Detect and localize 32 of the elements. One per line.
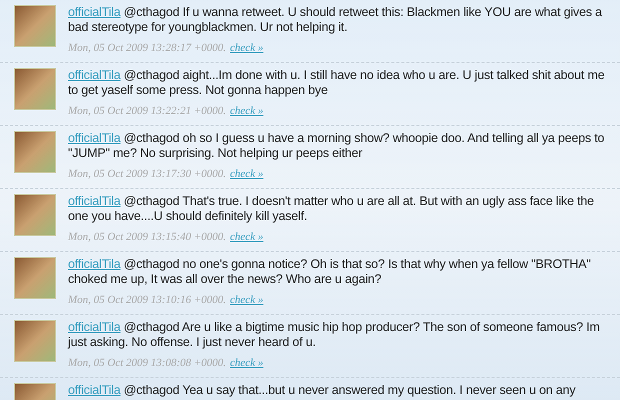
avatar-photo-placeholder [14, 68, 56, 110]
username-link[interactable]: officialTila [68, 68, 120, 82]
username-link[interactable]: officialTila [68, 257, 120, 271]
check-link[interactable]: check » [230, 40, 264, 56]
timestamp: Mon, 05 Oct 2009 13:28:17 +0000. [68, 41, 226, 56]
username-link[interactable]: officialTila [68, 320, 120, 334]
avatar-photo-placeholder [14, 194, 56, 236]
check-link[interactable]: check » [230, 292, 264, 308]
timestamp: Mon, 05 Oct 2009 13:08:08 +0000. [68, 356, 226, 371]
timestamp: Mon, 05 Oct 2009 13:10:16 +0000. [68, 293, 226, 308]
username-link[interactable]: officialTila [68, 5, 120, 19]
check-link[interactable]: check » [230, 355, 264, 372]
tweet-text: officialTila @cthagod If u wanna retweet. U should retweet this: Blackmen like YOU are what gives a bad stereotype for youngblackmen. Ur not helping it. [68, 5, 604, 35]
check-link[interactable]: check » [230, 166, 264, 182]
check-link[interactable]: check » [230, 229, 264, 246]
username-link[interactable]: officialTila [68, 131, 120, 145]
username-link[interactable]: officialTila [68, 194, 120, 208]
avatar-photo-placeholder [14, 257, 56, 299]
tweet-text: officialTila @cthagod Are u like a bigtime music hip hop producer? The son of someone famous? Im just asking. No offense. I just never heard of u. [68, 320, 601, 350]
check-link[interactable]: check » [230, 103, 264, 120]
tweet-text: officialTila @cthagod That's true. I doesn't matter who u are all at. But with an ugly ass face like the one you have....U should definitely kill yaself. [68, 194, 595, 224]
timestamp: Mon, 05 Oct 2009 13:17:30 +0000. [68, 167, 226, 182]
timestamp: Mon, 05 Oct 2009 13:15:40 +0000. [68, 230, 226, 245]
tweet-text: officialTila @cthagod Yea u say that...but u never answered my question. I never seen u on any [68, 383, 576, 398]
timestamp: Mon, 05 Oct 2009 13:22:21 +0000. [68, 104, 226, 119]
tweet-text: officialTila @cthagod oh so I guess u have a morning show? whoopie doo. And telling all ya peeps to "JUMP" me? No surprising. Not helping ur peeps either [68, 131, 606, 161]
tweet-text: officialTila @cthagod no one's gonna notice? Oh is that so? Is that why when ya fellow "BROTHA" choked me up, It was all over the news? Who are u again? [68, 257, 592, 287]
avatar-photo-placeholder [14, 5, 56, 47]
avatar-photo-placeholder [14, 131, 56, 173]
tweet-text: officialTila @cthagod aight...Im done with u. I still have no idea who u are. U just talked shit about me to get yaself some press. Not gonna happen bye [68, 68, 606, 98]
username-link[interactable]: officialTila [68, 383, 120, 397]
avatar-photo-placeholder [14, 320, 56, 362]
